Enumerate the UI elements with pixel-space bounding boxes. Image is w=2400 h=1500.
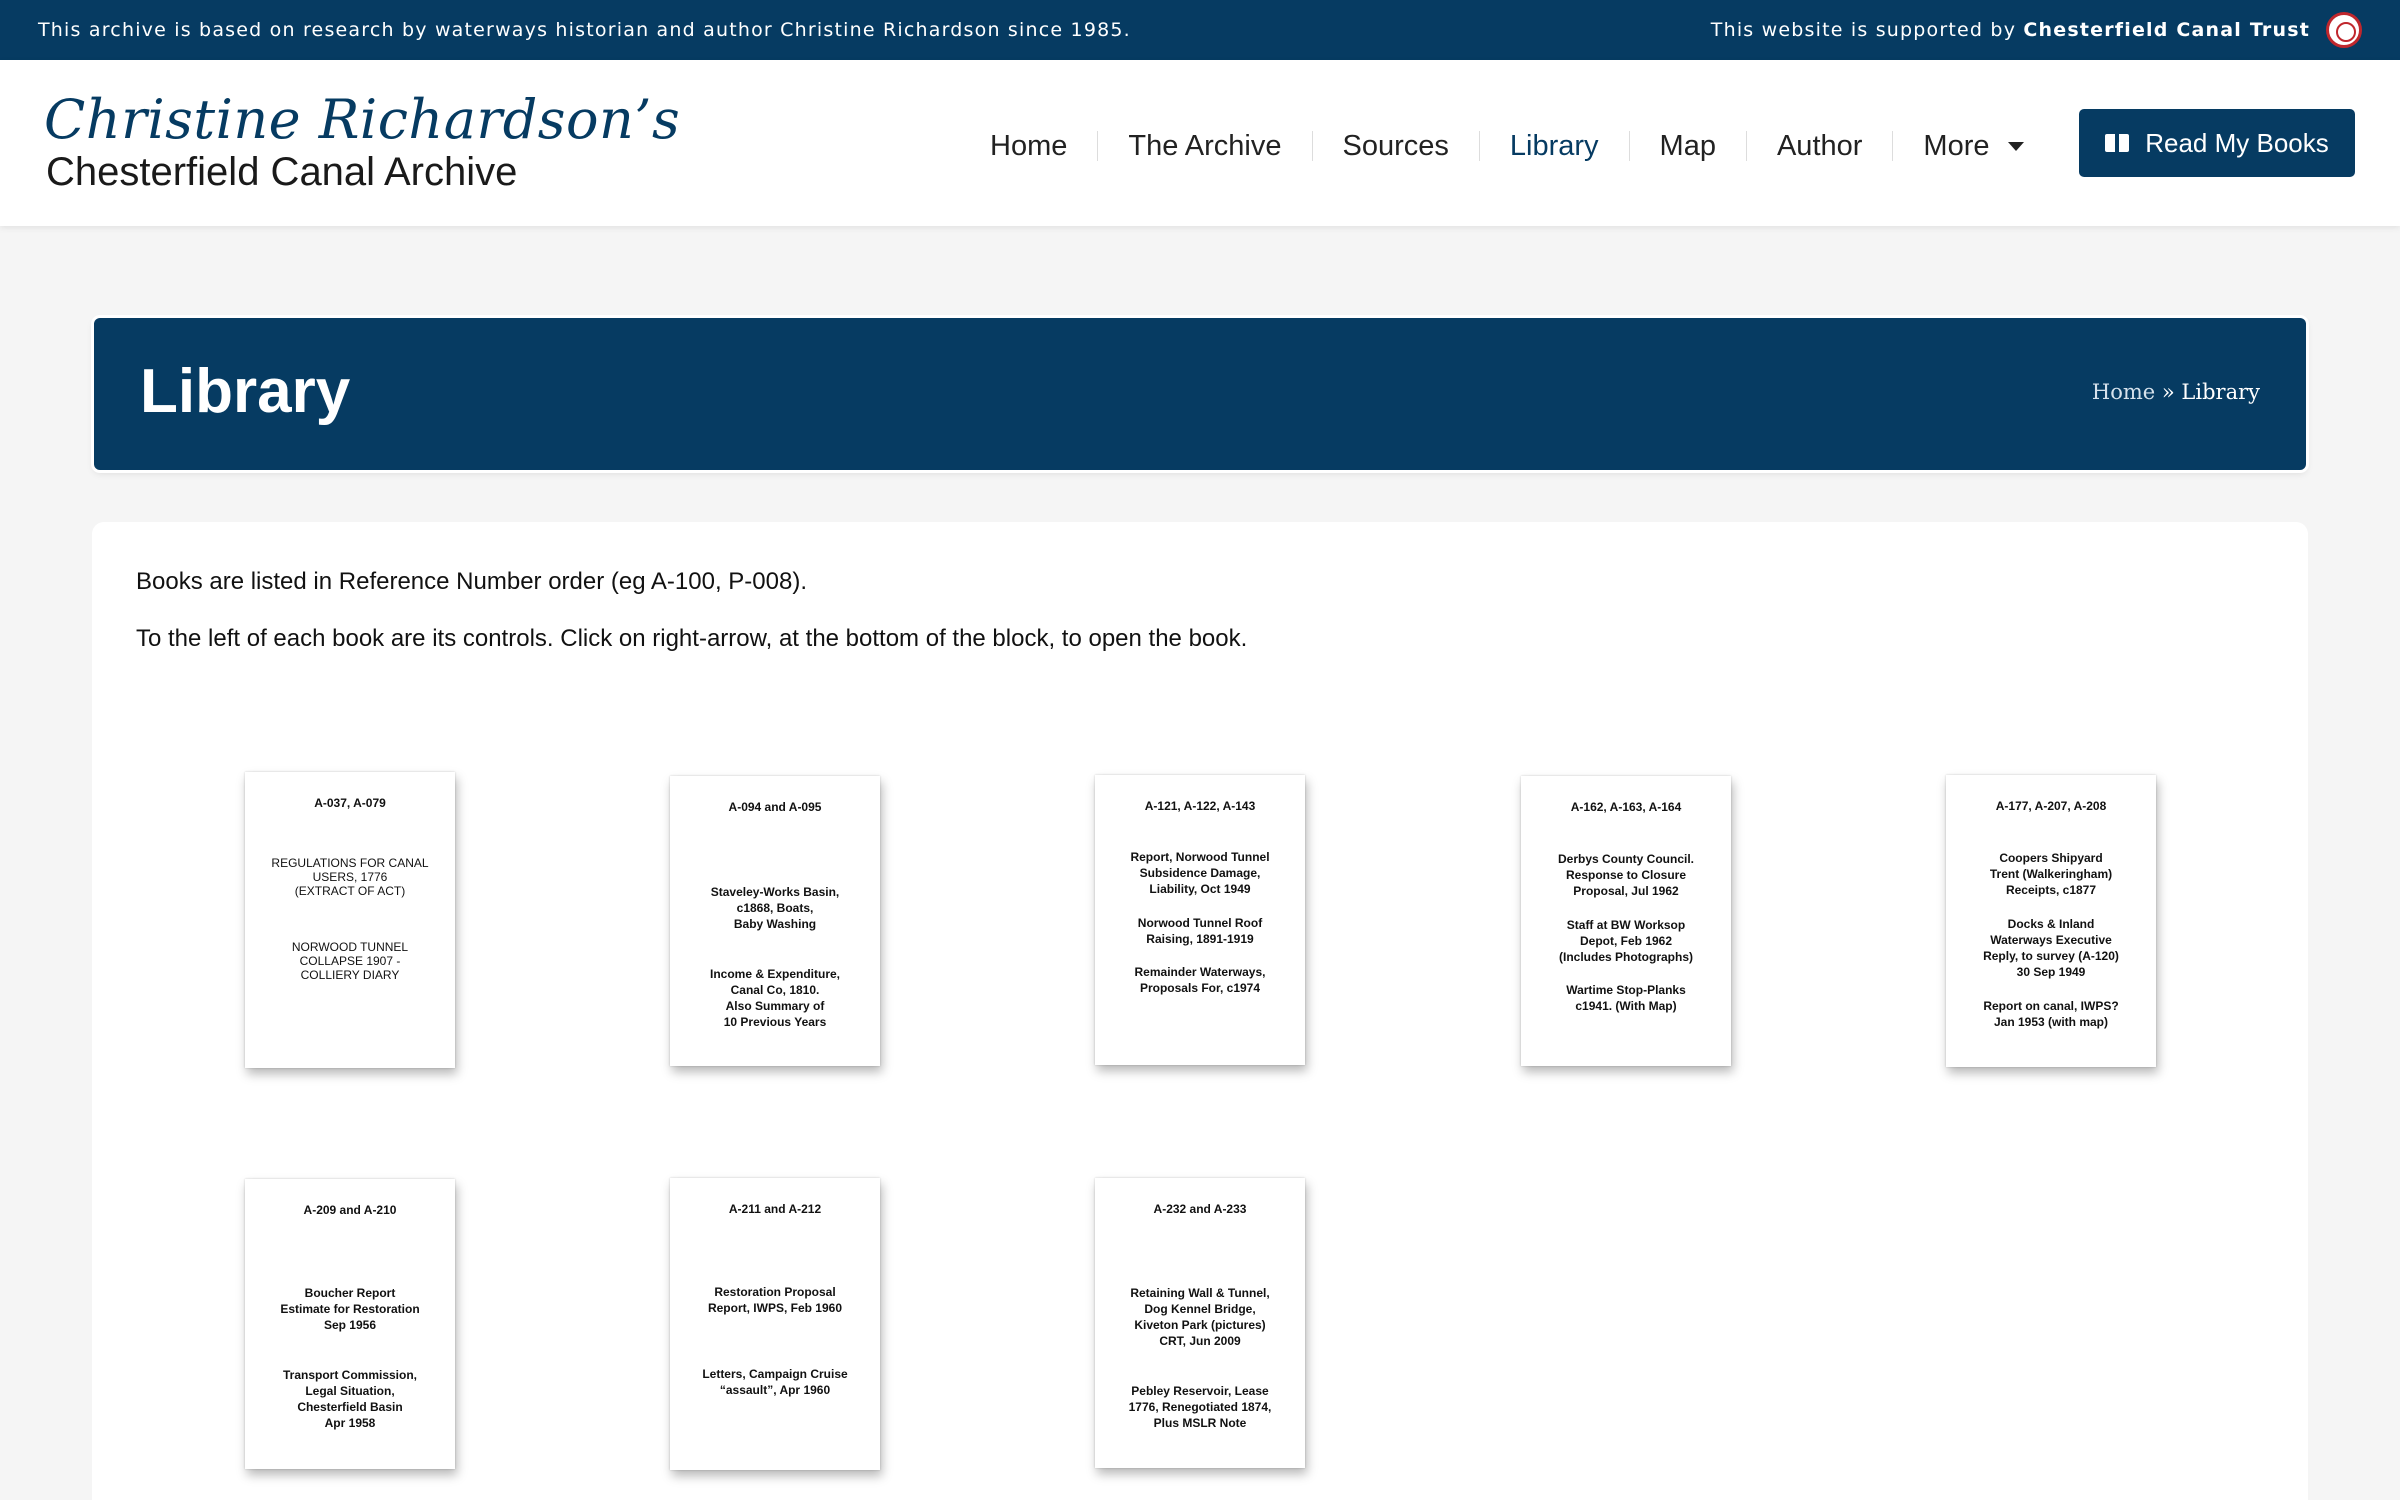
book-cover[interactable]: A-232 and A-233 Retaining Wall & Tunnel,…: [1095, 1178, 1305, 1468]
book-cover[interactable]: A-037, A-079 REGULATIONS FOR CANAL USERS…: [245, 772, 455, 1068]
read-my-books-button[interactable]: Read My Books: [2079, 109, 2355, 177]
top-info-bar: This archive is based on research by wat…: [0, 0, 2400, 60]
page-title-banner: Library Home » Library: [94, 318, 2306, 470]
book-title: Letters, Campaign Cruise “assault”, Apr …: [702, 1367, 848, 1397]
book-ref: A-094 and A-095: [728, 800, 822, 814]
book-title: Derbys County Council. Response to Closu…: [1557, 852, 1694, 898]
nav-map[interactable]: Map: [1630, 130, 1746, 163]
breadcrumb-home[interactable]: Home: [2092, 380, 2155, 404]
logo-subtitle[interactable]: Chesterfield Canal Archive: [46, 150, 517, 195]
book-ref: A-121, A-122, A-143: [1144, 799, 1256, 813]
book-title: Wartime Stop-Planks c1941. (With Map): [1566, 983, 1686, 1013]
chevron-down-icon: [2007, 142, 2024, 152]
book-title: Staveley-Works Basin, c1868, Boats, Baby…: [710, 885, 840, 931]
site-header: Christine Richardson’s Chesterfield Cana…: [0, 60, 2400, 226]
breadcrumb-separator: »: [2155, 380, 2182, 404]
book-title: Restoration Proposal Report, IWPS, Feb 1…: [707, 1285, 843, 1315]
book-cover[interactable]: A-162, A-163, A-164 Derbys County Counci…: [1521, 776, 1731, 1066]
book-cover[interactable]: A-121, A-122, A-143 Report, Norwood Tunn…: [1095, 775, 1305, 1065]
trust-logo-icon[interactable]: [2326, 12, 2362, 48]
breadcrumb: Home » Library: [2092, 380, 2260, 404]
book-cover[interactable]: A-094 and A-095 Staveley-Works Basin, c1…: [670, 776, 880, 1066]
book-ref: A-037, A-079: [314, 796, 386, 810]
nav-the-archive[interactable]: The Archive: [1098, 130, 1311, 163]
book-ref: A-209 and A-210: [303, 1203, 397, 1217]
support-text: This website is supported by Chesterfiel…: [1710, 19, 2310, 41]
book-open-icon: [2105, 134, 2130, 152]
logo-script-title[interactable]: Christine Richardson’s: [44, 88, 680, 151]
book-title: Staff at BW Worksop Depot, Feb 1962 (Inc…: [1558, 918, 1693, 964]
nav-author[interactable]: Author: [1747, 130, 1892, 163]
book-title: Remainder Waterways, Proposals For, c197…: [1134, 965, 1266, 995]
book-ref: A-162, A-163, A-164: [1570, 800, 1682, 814]
book-title: Docks & Inland Waterways Executive Reply…: [1983, 917, 2119, 979]
book-title: Income & Expenditure, Canal Co, 1810. Al…: [709, 967, 841, 1029]
nav-sources[interactable]: Sources: [1313, 130, 1479, 163]
book-cover[interactable]: A-209 and A-210 Boucher Report Estimate …: [245, 1179, 455, 1469]
book-title: Report, Norwood Tunnel Subsidence Damage…: [1130, 850, 1270, 896]
book-title: Norwood Tunnel Roof Raising, 1891-1919: [1137, 916, 1263, 946]
nav-library[interactable]: Library: [1480, 130, 1629, 163]
library-content: Books are listed in Reference Number ord…: [92, 522, 2308, 1500]
book-title: Retaining Wall & Tunnel, Dog Kennel Brid…: [1130, 1286, 1270, 1348]
book-ref: A-232 and A-233: [1153, 1202, 1247, 1216]
breadcrumb-current: Library: [2181, 380, 2260, 404]
nav-home[interactable]: Home: [960, 130, 1097, 163]
intro-controls-text: To the left of each book are its control…: [136, 625, 1248, 652]
main-nav: Home The Archive Sources Library Map Aut…: [960, 124, 2054, 168]
book-title: Coopers Shipyard Trent (Walkeringham) Re…: [1989, 851, 2113, 897]
trust-name[interactable]: Chesterfield Canal Trust: [2023, 19, 2310, 41]
page-title: Library: [140, 357, 351, 426]
book-title: Transport Commission, Legal Situation, C…: [282, 1368, 418, 1430]
book-title: REGULATIONS FOR CANAL USERS, 1776 (EXTRA…: [271, 856, 429, 898]
intro-order-text: Books are listed in Reference Number ord…: [136, 568, 808, 595]
book-title: Report on canal, IWPS? Jan 1953 (with ma…: [1983, 999, 2119, 1029]
book-title: Pebley Reservoir, Lease 1776, Renegotiat…: [1128, 1384, 1272, 1430]
nav-more[interactable]: More: [1893, 130, 2053, 163]
book-cover[interactable]: A-211 and A-212 Restoration Proposal Rep…: [670, 1178, 880, 1470]
book-title: Boucher Report Estimate for Restoration …: [280, 1286, 420, 1332]
archive-info-text: This archive is based on research by wat…: [38, 19, 1131, 41]
book-ref: A-211 and A-212: [728, 1202, 822, 1216]
book-cover[interactable]: A-177, A-207, A-208 Coopers Shipyard Tre…: [1946, 775, 2156, 1067]
book-title: NORWOOD TUNNEL COLLAPSE 1907 - COLLIERY …: [291, 940, 409, 982]
book-ref: A-177, A-207, A-208: [1995, 799, 2107, 813]
